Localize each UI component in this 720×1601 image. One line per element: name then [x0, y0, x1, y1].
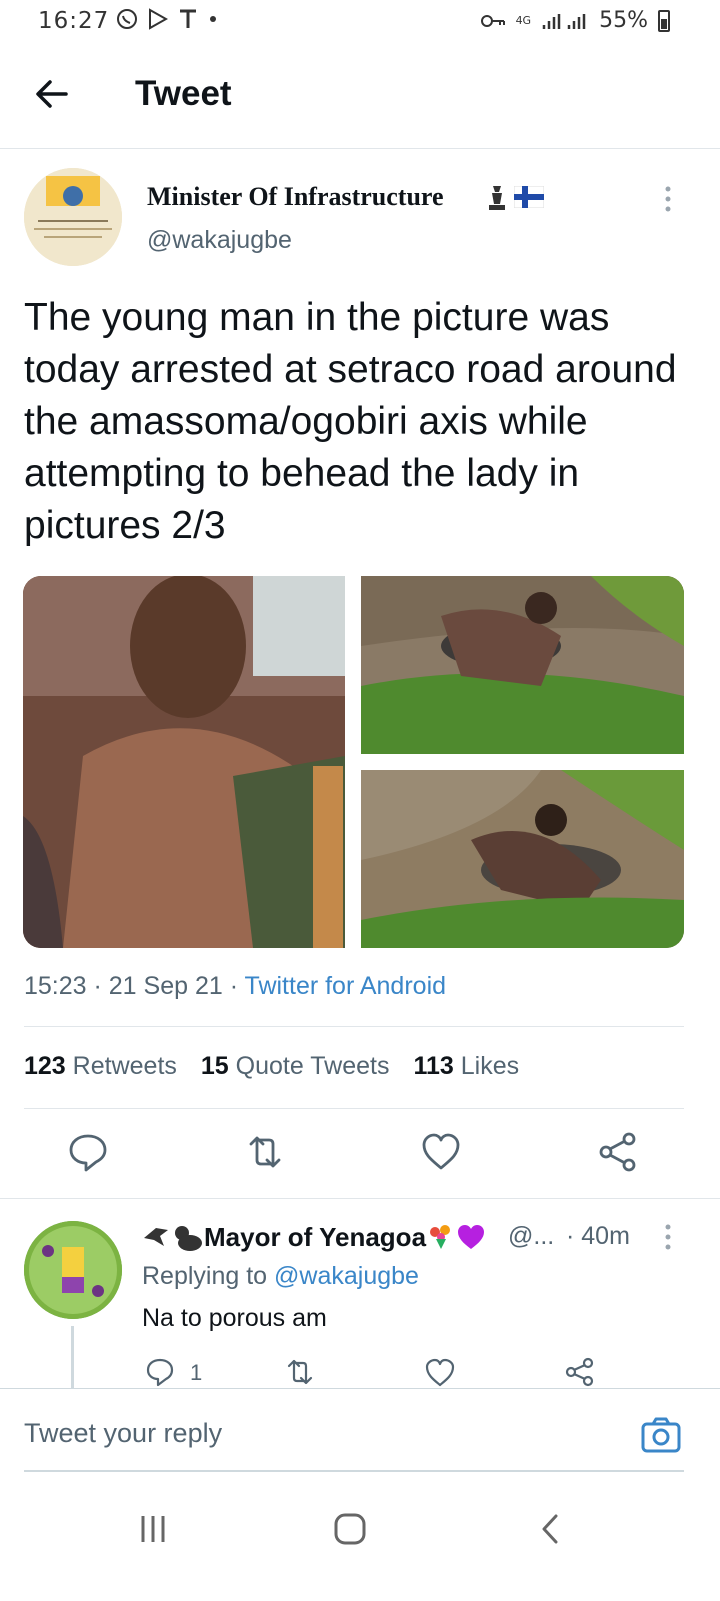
divider [24, 1108, 684, 1109]
retweets-label: Retweets [72, 1052, 177, 1080]
reply-more-vertical-icon[interactable] [660, 1222, 676, 1252]
media-photo-1[interactable] [23, 576, 345, 948]
system-nav-bar [0, 1490, 720, 1600]
replying-to-link[interactable]: @wakajugbe [274, 1262, 419, 1290]
reply-count: 1 [190, 1360, 203, 1385]
tweet-media-grid [23, 576, 684, 948]
heart-icon[interactable] [419, 1130, 463, 1174]
reply-avatar-image [24, 1221, 122, 1319]
tweet-reply-input[interactable] [24, 1418, 584, 1449]
reply-share-icon[interactable] [564, 1356, 596, 1388]
quote-tweets-stat[interactable]: 15 Quote Tweets [201, 1052, 390, 1081]
status-notification-icons [116, 8, 218, 30]
reply-reply-icon[interactable] [144, 1356, 176, 1388]
battery-percent: 55% [599, 8, 648, 33]
t-app-icon [180, 9, 196, 28]
author-badges [484, 182, 544, 212]
media-photo-2[interactable] [361, 576, 684, 754]
media-photo-3[interactable] [361, 770, 684, 948]
quotes-count: 15 [200, 1052, 229, 1080]
replying-prefix: Replying to [142, 1262, 275, 1290]
photo-man-in-car [23, 576, 345, 948]
network-type: 4G [515, 14, 532, 27]
reply-heart-icon[interactable] [424, 1356, 456, 1388]
avatar-image [24, 168, 122, 266]
tweet-stats: 123 Retweets 15 Quote Tweets 113 Likes [24, 1052, 519, 1081]
tweet-source-link[interactable]: Twitter for Android [245, 972, 446, 1000]
reply-text: Na to porous am [142, 1304, 327, 1332]
tweet-datetime: 15:23 · 21 Sep 21 · [24, 972, 245, 1000]
retweets-count: 123 [24, 1052, 66, 1080]
status-bar: 16:27 4G 55% [0, 0, 720, 44]
status-right-icons: 4G 55% [480, 8, 670, 33]
author-name[interactable]: Minister Of Infrastructure [147, 182, 444, 212]
reply-author-name-text: Mayor of Yenagoa [204, 1222, 427, 1252]
back-arrow-icon[interactable] [34, 76, 70, 112]
reply-actions [0, 1356, 720, 1388]
camera-icon[interactable] [640, 1414, 682, 1456]
recent-apps-icon[interactable] [137, 1512, 169, 1546]
compose-underline [24, 1470, 684, 1472]
home-icon[interactable] [333, 1512, 367, 1546]
author-handle[interactable]: @wakajugbe [147, 226, 292, 255]
tweet-text: The young man in the picture was today a… [24, 296, 677, 547]
author-avatar[interactable] [24, 168, 122, 266]
reply-retweet-icon[interactable] [284, 1356, 316, 1388]
divider [24, 1026, 684, 1027]
photo-lady-on-road-2 [361, 770, 684, 948]
reply-time: · 40m [566, 1222, 630, 1250]
tweet-actions [0, 1130, 720, 1180]
status-time: 16:27 [38, 8, 110, 34]
replying-to: Replying to @wakajugbe [142, 1262, 419, 1291]
bouquet-icon [430, 1225, 451, 1249]
dot-icon [210, 16, 216, 22]
page-title: Tweet [135, 74, 232, 113]
reply-author-avatar[interactable] [24, 1221, 122, 1319]
retweet-icon[interactable] [243, 1130, 287, 1174]
quotes-label: Quote Tweets [235, 1052, 390, 1080]
more-vertical-icon[interactable] [660, 184, 676, 214]
play-store-icon [149, 8, 168, 30]
eagle-icon [144, 1228, 168, 1246]
reply-author-handle[interactable]: @... [508, 1222, 554, 1251]
likes-stat[interactable]: 113 Likes [413, 1052, 519, 1081]
reply-author-name[interactable]: Mayor of Yenagoa [142, 1222, 486, 1253]
section-separator [0, 1198, 720, 1199]
likes-label: Likes [460, 1052, 520, 1080]
system-back-icon[interactable] [538, 1512, 562, 1546]
purple-heart-icon [458, 1225, 485, 1249]
whatsapp-icon [117, 9, 137, 29]
retweets-stat[interactable]: 123 Retweets [24, 1052, 177, 1081]
reply-icon[interactable] [66, 1130, 110, 1174]
photo-lady-on-road-1 [361, 576, 684, 754]
vpn-key-icon [480, 14, 505, 27]
gorilla-icon [175, 1226, 202, 1251]
tweet-timestamp: 15:23 · 21 Sep 21 · Twitter for Android [24, 972, 446, 1001]
signal-icon [542, 13, 586, 29]
top-app-bar: Tweet [0, 52, 720, 149]
likes-count: 113 [413, 1052, 454, 1080]
chess-piece-icon [489, 186, 505, 210]
share-icon[interactable] [596, 1130, 640, 1174]
battery-icon [658, 9, 670, 32]
finland-flag-icon [514, 186, 544, 208]
